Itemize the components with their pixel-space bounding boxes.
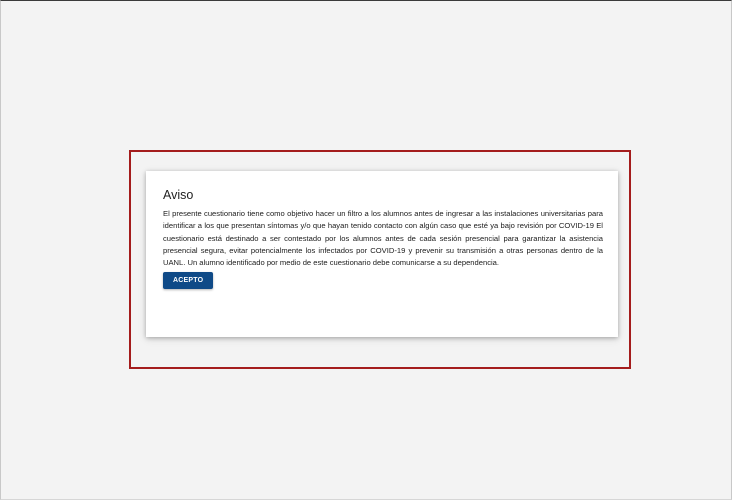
dialog-body-text: El presente cuestionario tiene como obje… <box>163 209 603 268</box>
dialog-title: Aviso <box>163 188 194 202</box>
page-background: Aviso El presente cuestionario tiene com… <box>0 0 732 500</box>
accept-button[interactable]: ACEPTO <box>163 272 214 290</box>
notice-dialog: Aviso El presente cuestionario tiene com… <box>146 171 618 337</box>
